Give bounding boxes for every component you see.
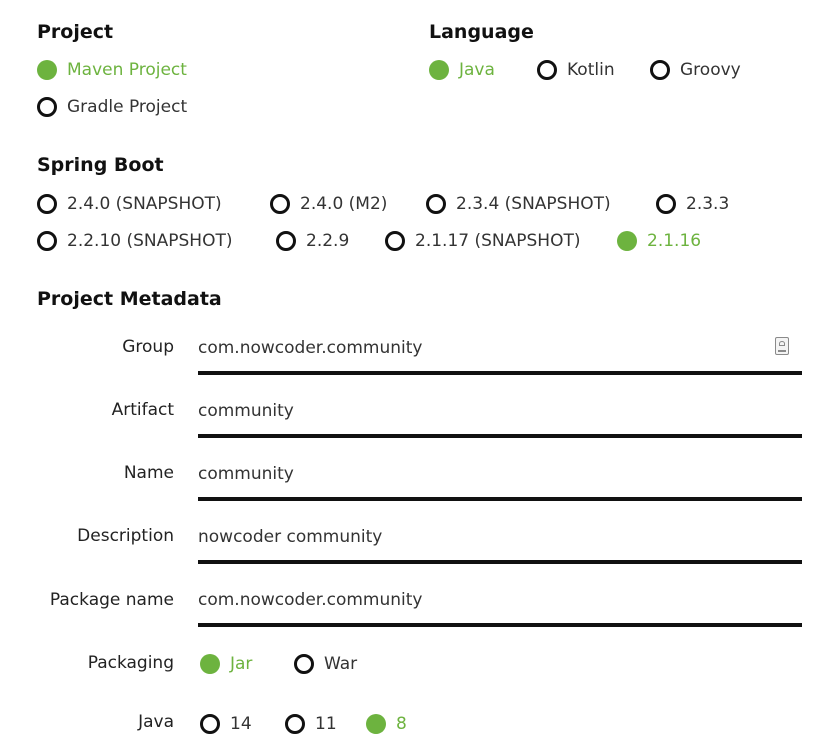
project-option-gradle[interactable]: Gradle Project [37,96,187,118]
radio-label: Kotlin [567,60,615,80]
radio-icon [385,231,405,251]
radio-icon [656,194,676,214]
group-label: Group [122,337,174,357]
packaging-option-war[interactable]: War [294,653,357,675]
radio-icon [200,654,220,674]
radio-icon [294,654,314,674]
radio-icon [617,231,637,251]
radio-icon [37,97,57,117]
artifact-label: Artifact [111,400,174,420]
spring-boot-option[interactable]: 2.1.17 (SNAPSHOT) [385,230,580,252]
group-input[interactable] [198,335,758,361]
spring-boot-option[interactable]: 2.3.4 (SNAPSHOT) [426,193,611,215]
radio-label: Maven Project [67,60,187,80]
radio-label: 2.3.4 (SNAPSHOT) [456,194,611,214]
name-field [198,457,802,501]
language-section-title: Language [429,21,534,43]
spring-boot-option[interactable]: 2.2.9 [276,230,349,252]
project-option-maven[interactable]: Maven Project [37,59,187,81]
description-field [198,520,802,564]
description-input[interactable] [198,524,758,550]
radio-label: 2.1.17 (SNAPSHOT) [415,231,581,251]
language-option-kotlin[interactable]: Kotlin [537,59,615,81]
package-name-label: Package name [49,590,174,610]
description-label: Description [77,526,174,546]
radio-icon [37,231,57,251]
package-name-field [198,583,802,627]
spring-boot-section-title: Spring Boot [37,154,164,176]
artifact-input[interactable] [198,398,758,424]
radio-icon [650,60,670,80]
radio-icon [200,714,220,734]
language-option-java[interactable]: Java [429,59,495,81]
language-option-groovy[interactable]: Groovy [650,59,741,81]
radio-icon [537,60,557,80]
radio-label: Gradle Project [67,97,188,117]
metadata-section-title: Project Metadata [37,288,222,310]
clipboard-icon[interactable] [775,337,789,355]
radio-label: 2.4.0 (M2) [300,194,388,214]
radio-label: 14 [230,714,252,734]
radio-icon [270,194,290,214]
java-option-8[interactable]: 8 [366,713,407,735]
artifact-field [198,394,802,438]
name-label: Name [123,463,174,483]
radio-label: 2.2.10 (SNAPSHOT) [67,231,233,251]
java-option-14[interactable]: 14 [200,713,252,735]
project-section-title: Project [37,21,114,43]
spring-boot-option[interactable]: 2.4.0 (M2) [270,193,387,215]
radio-icon [426,194,446,214]
name-input[interactable] [198,461,758,487]
radio-label: 2.3.3 [686,194,730,214]
spring-boot-option[interactable]: 2.4.0 (SNAPSHOT) [37,193,222,215]
radio-label: Jar [230,654,253,674]
radio-icon [37,194,57,214]
radio-icon [429,60,449,80]
radio-label: Java [459,60,495,80]
spring-boot-option[interactable]: 2.3.3 [656,193,729,215]
radio-label: 2.2.9 [306,231,350,251]
spring-boot-option[interactable]: 2.2.10 (SNAPSHOT) [37,230,232,252]
group-field [198,331,802,375]
packaging-option-jar[interactable]: Jar [200,653,252,675]
packaging-label: Packaging [87,653,174,673]
radio-label: 11 [315,714,337,734]
radio-icon [37,60,57,80]
radio-icon [285,714,305,734]
radio-label: 8 [396,714,407,734]
radio-label: 2.4.0 (SNAPSHOT) [67,194,222,214]
radio-label: War [324,654,358,674]
radio-icon [366,714,386,734]
java-label: Java [138,712,174,732]
package-name-input[interactable] [198,587,758,613]
radio-label: Groovy [680,60,741,80]
java-option-11[interactable]: 11 [285,713,337,735]
radio-icon [276,231,296,251]
radio-label: 2.1.16 [647,231,702,251]
spring-boot-option[interactable]: 2.1.16 [617,230,701,252]
